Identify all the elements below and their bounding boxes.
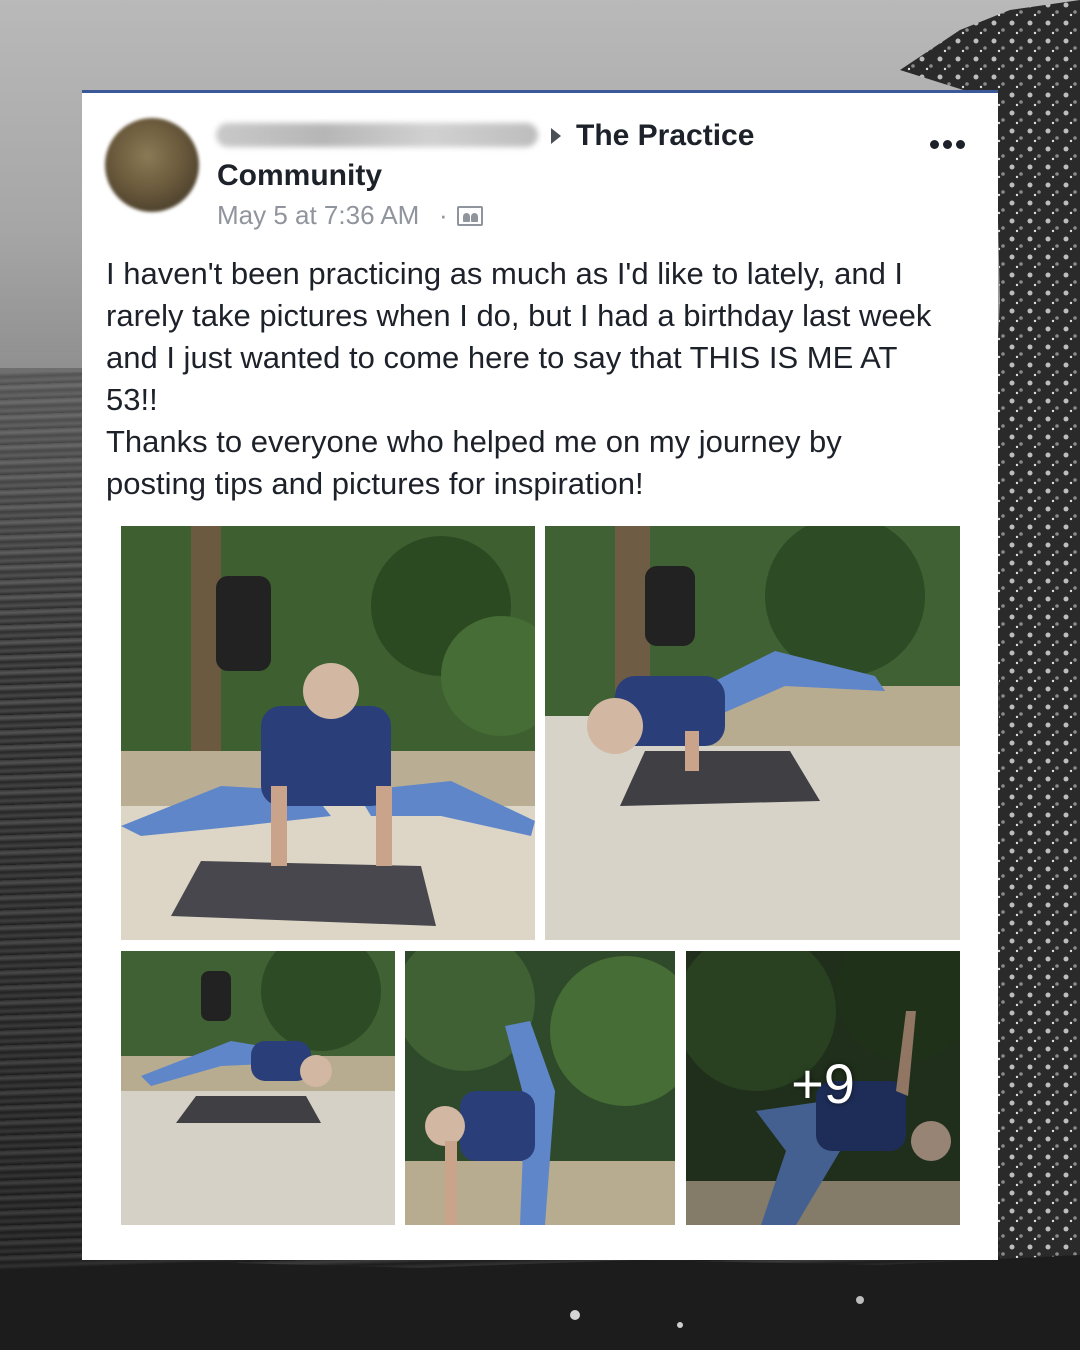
post-text: I haven't been practicing as much as I'd… (106, 256, 932, 501)
more-photos-count[interactable]: +9 (686, 951, 960, 1225)
post-photo-2[interactable] (545, 526, 960, 940)
group-audience-icon (457, 206, 483, 226)
author-avatar[interactable] (105, 118, 199, 212)
caret-right-icon (551, 128, 561, 144)
group-name-continued[interactable]: Community (217, 159, 382, 193)
post-photo-5[interactable]: +9 (686, 951, 960, 1225)
post-photo-1[interactable] (121, 526, 535, 940)
post-timestamp[interactable]: May 5 at 7:36 AM (217, 200, 419, 231)
post-card: The Practice Community May 5 at 7:36 AM … (82, 90, 998, 1260)
meta-separator: · (439, 200, 448, 230)
post-photo-4[interactable] (405, 951, 675, 1225)
more-options-icon[interactable] (928, 138, 968, 150)
group-name[interactable]: The Practice (576, 119, 754, 153)
post-photo-3[interactable] (121, 951, 395, 1225)
author-name-redacted (216, 123, 538, 147)
